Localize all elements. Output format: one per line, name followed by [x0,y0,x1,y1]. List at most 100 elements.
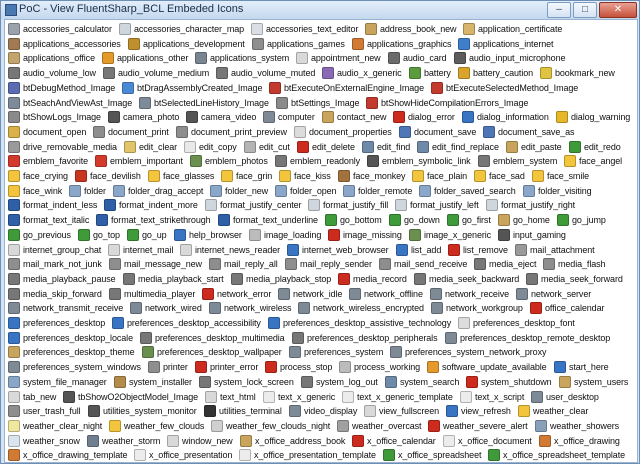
list-item[interactable]: weather_few_clouds_night [209,418,330,434]
list-item[interactable]: media_record [336,271,407,287]
list-item[interactable]: applications_games [250,36,345,52]
list-item[interactable]: applications_accessories [6,36,121,52]
list-item[interactable]: preferences_desktop_remote_desktop [443,330,610,346]
icon-list-view[interactable]: accessories_calculator accessories_charac… [4,19,638,463]
list-item[interactable]: emblem_important [93,153,183,169]
list-item[interactable]: x_office_spreadsheet [381,447,482,462]
list-item[interactable]: process_working [337,359,420,375]
list-item[interactable]: edit_redo [567,139,621,155]
list-item[interactable]: x_office_document [441,433,532,449]
list-item[interactable]: x_office_address_book [238,433,345,449]
list-item[interactable]: format_justify_right [484,197,575,213]
list-item[interactable]: face_kiss [277,168,331,184]
list-item[interactable]: dialog_warning [554,109,630,125]
list-item[interactable]: btExecuteSelectedMethod_Image [429,80,578,96]
list-item[interactable]: weather_clear_night [6,418,102,434]
list-item[interactable]: format_justify_center [203,197,302,213]
list-item[interactable]: preferences_desktop [6,315,105,331]
list-item[interactable]: btSeachAndViewAst_Image [6,95,132,111]
list-item[interactable]: folder_open [273,183,337,199]
list-item[interactable]: media_skip_forward [6,286,102,302]
list-item[interactable]: go_top [76,227,120,243]
list-item[interactable]: audio_card [386,50,447,66]
list-item[interactable]: utilities_terminal [202,403,282,419]
list-item[interactable]: text_x_script [458,389,524,405]
list-item[interactable]: camera_video [184,109,256,125]
list-item[interactable]: network_receive [428,286,509,302]
list-item[interactable]: preferences_desktop_theme [6,344,135,360]
list-item[interactable]: mail_message_new [107,256,202,272]
list-item[interactable]: media_playback_stop [229,271,331,287]
list-item[interactable]: btSettings_Image [274,95,360,111]
list-item[interactable]: window_new [165,433,233,449]
list-item[interactable]: document_print_preview [174,124,287,140]
list-item[interactable]: btDragAssemblyCreated_Image [120,80,262,96]
list-item[interactable]: accessories_text_editor [249,21,358,37]
list-item[interactable]: media_playback_start [121,271,224,287]
list-item[interactable]: list_remove [446,242,508,258]
list-item[interactable]: x_office_calendar [350,433,436,449]
list-item[interactable]: system_log_out [299,374,378,390]
list-item[interactable]: software_update_available [425,359,547,375]
list-item[interactable]: preferences_desktop_assistive_technology [266,315,451,331]
title-bar[interactable]: PoC - View FluentSharp_BCL Embeded Icons… [1,1,639,19]
list-item[interactable]: weather_clear [516,403,588,419]
list-item[interactable]: face_plain [410,168,467,184]
list-item[interactable]: drive_removable_media [6,139,117,155]
list-item[interactable]: network_server [514,286,591,302]
list-item[interactable]: face_grin [219,168,272,184]
list-item[interactable]: go_home [496,212,550,228]
list-item[interactable]: system_installer [112,374,192,390]
list-item[interactable]: internet_web_browser [285,242,389,258]
list-item[interactable]: x_office_drawing [537,433,620,449]
list-item[interactable]: weather_few_clouds [107,418,204,434]
list-item[interactable]: input_gaming [496,227,566,243]
list-item[interactable]: folder_remote [341,183,412,199]
list-item[interactable]: text_x_generic_template [340,389,453,405]
list-item[interactable]: format_justify_left [393,197,479,213]
list-item[interactable]: format_text_underline [216,212,318,228]
list-item[interactable]: network_idle [276,286,342,302]
list-item[interactable]: start_here [552,359,609,375]
list-item[interactable]: format_justify_fill [306,197,388,213]
list-item[interactable]: go_down [387,212,440,228]
list-item[interactable]: media_seek_backward [412,271,519,287]
list-item[interactable]: preferences_desktop_accessibility [110,315,261,331]
list-item[interactable]: go_previous [6,227,71,243]
list-item[interactable]: accessories_character_map [117,21,244,37]
list-item[interactable]: format_text_italic [6,212,89,228]
list-item[interactable]: document_properties [292,124,392,140]
list-item[interactable]: face_devilish [73,168,141,184]
list-item[interactable]: applications_office [6,50,95,66]
list-item[interactable]: text_x_generic [261,389,335,405]
list-item[interactable]: document_save_as [481,124,575,140]
list-item[interactable]: mail_attachment [513,242,595,258]
list-item[interactable]: preferences_system [287,344,383,360]
list-item[interactable]: x_office_spreadsheet_template [486,447,625,462]
list-item[interactable]: user_trash_full [6,403,81,419]
list-item[interactable]: face_sad [472,168,525,184]
list-item[interactable]: contact_new [320,109,387,125]
list-item[interactable]: video_display [287,403,357,419]
list-item[interactable]: folder_visiting [521,183,592,199]
list-item[interactable]: image_missing [326,227,402,243]
list-item[interactable]: folder_new [208,183,268,199]
list-item[interactable]: bookmark_new [538,65,615,81]
list-item[interactable]: tbShowO2ObjectModel_Image [61,389,198,405]
list-item[interactable]: btExecuteOnExternalEngine_Image [267,80,424,96]
list-item[interactable]: utilities_system_monitor [86,403,197,419]
list-item[interactable]: face_angel [562,153,622,169]
list-item[interactable]: applications_development [126,36,245,52]
list-item[interactable]: weather_overcast [335,418,422,434]
list-item[interactable]: media_playback_pause [6,271,116,287]
list-item[interactable]: edit_clear [122,139,177,155]
list-item[interactable]: edit_find [360,139,410,155]
list-item[interactable]: document_print [91,124,169,140]
list-item[interactable]: audio_input_microphone [452,50,565,66]
list-item[interactable]: preferences_system_network_proxy [388,344,546,360]
list-item[interactable]: face_glasses [146,168,214,184]
list-item[interactable]: network_wireless_encrypted [296,300,424,316]
list-item[interactable]: media_flash [541,256,606,272]
list-item[interactable]: go_first [445,212,491,228]
list-item[interactable]: x_office_presentation_template [237,447,376,462]
